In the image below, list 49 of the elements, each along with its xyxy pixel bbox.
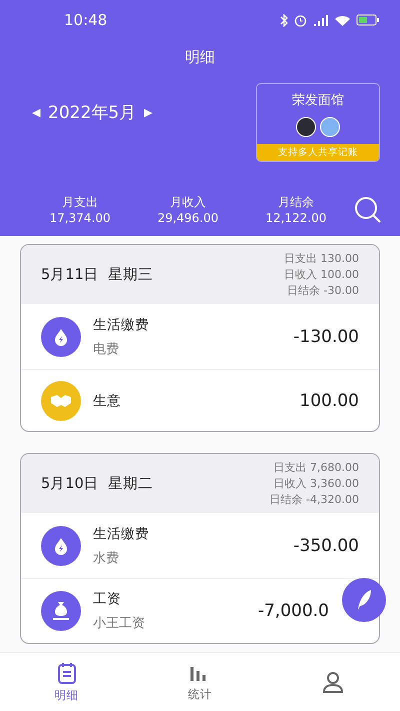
signal-icon (313, 14, 329, 26)
wifi-icon (335, 14, 350, 26)
day-stat: 日结余 -30.00 (287, 282, 359, 298)
entry-amount: -130.00 (293, 326, 359, 346)
entry-note: 水费 (93, 550, 120, 566)
avatar-icon (320, 117, 340, 137)
drop-icon (53, 328, 69, 346)
feather-icon (356, 589, 372, 611)
entry-category: 生活缴费 (93, 524, 150, 542)
day-date: 5月11日 星期三 (41, 266, 153, 284)
day-stat: 日支出 130.00 (284, 250, 359, 266)
day-stat: 日收入 100.00 (284, 266, 359, 282)
summary-label: 月结余 (278, 194, 314, 210)
summary-label: 月支出 (62, 194, 98, 210)
day-stat: 日结余 -4,320.00 (270, 492, 359, 508)
entry-amount: -350.00 (293, 536, 359, 556)
summary-value: 17,374.00 (49, 210, 111, 226)
summary-value: 29,496.00 (157, 210, 219, 226)
book-name: 荣发面馆 (292, 92, 344, 109)
battery-icon (356, 14, 380, 26)
entry-category: 工资 (93, 590, 122, 608)
list-icon (56, 662, 77, 684)
entry-note: 电费 (93, 340, 120, 358)
nav-tab[interactable]: 统计 (133, 653, 267, 711)
shared-book-card[interactable]: 荣发面馆 支持多人共享记账 (256, 83, 380, 162)
next-month-button[interactable]: ▶ (144, 106, 152, 119)
previous-month-button[interactable]: ◀ (32, 106, 40, 119)
day-stat: 日支出 7,680.00 (274, 460, 359, 476)
entry-amount: 100.00 (300, 390, 359, 410)
month-label: 2022年5月 (48, 102, 136, 124)
nav-tab[interactable]: 明细 (0, 653, 134, 711)
status-time: 10:48 (64, 11, 108, 29)
day-stat: 日收入 3,360.00 (274, 476, 359, 492)
money-bag-icon (52, 601, 70, 621)
person-icon (322, 671, 344, 693)
bluetooth-icon (280, 14, 288, 26)
entry-category: 生意 (93, 392, 122, 410)
search-icon[interactable] (354, 196, 382, 224)
summary-label: 月收入 (170, 194, 206, 210)
page-title: 明细 (184, 48, 216, 67)
avatar-icon (296, 117, 316, 137)
summary-value: 12,122.00 (265, 210, 327, 226)
day-date: 5月10日 星期二 (41, 475, 153, 493)
drop-icon (53, 536, 69, 554)
entry-category: 生活缴费 (93, 316, 150, 334)
entry-amount: -7,000.0 (258, 601, 329, 621)
alarm-icon (294, 14, 307, 26)
entry-note: 小王工资 (93, 615, 146, 632)
share-banner: 支持多人共享记账 (257, 144, 379, 161)
